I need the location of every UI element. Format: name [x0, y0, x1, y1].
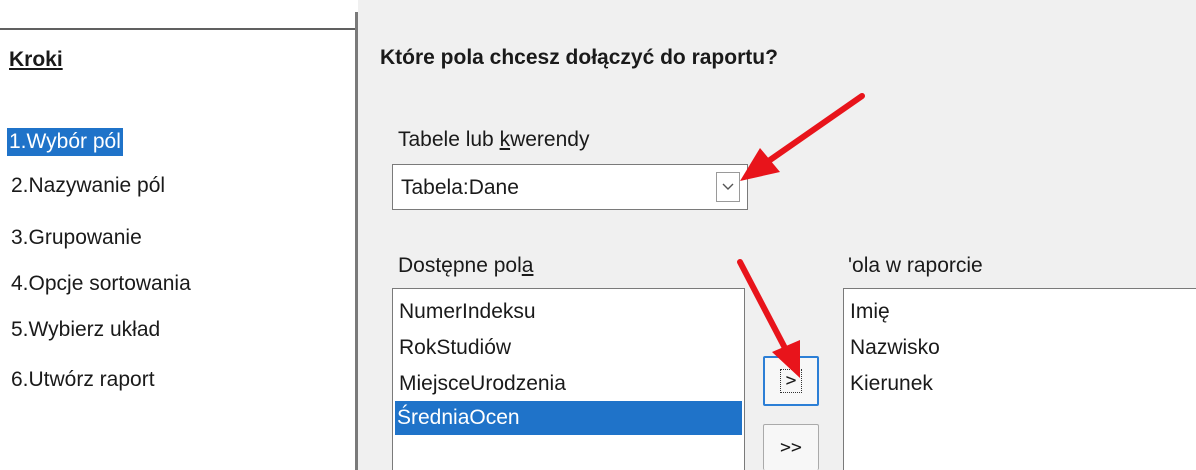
chevron-down-icon — [722, 178, 734, 196]
tables-dropdown[interactable]: Tabela:Dane — [392, 164, 748, 210]
available-label-text: Dostępne pol — [398, 254, 522, 277]
tables-label: Tabele lub kwerendy — [398, 128, 589, 152]
list-item[interactable]: Imię — [848, 295, 890, 329]
step-choose-layout[interactable]: 5.Wybierz układ — [9, 316, 162, 344]
move-selected-label: > — [779, 369, 803, 393]
available-fields-list[interactable]: NumerIndeksu RokStudiów MiejsceUrodzenia… — [392, 288, 745, 470]
tables-dropdown-value: Tabela:Dane — [401, 176, 519, 199]
step-field-selection[interactable]: 1.Wybór pól — [7, 128, 123, 156]
available-fields-label: Dostępne pola — [398, 254, 533, 278]
tables-dropdown-button[interactable] — [716, 172, 740, 202]
report-fields-list[interactable]: Imię Nazwisko Kierunek — [843, 288, 1196, 470]
tables-label-text-post: werendy — [510, 128, 590, 151]
list-item[interactable]: MiejsceUrodzenia — [397, 367, 566, 401]
steps-pane: Kroki 1.Wybór pól 2.Nazywanie pól 3.Grup… — [0, 0, 355, 470]
move-all-label: >> — [780, 437, 802, 458]
list-item[interactable]: RokStudiów — [397, 331, 511, 365]
steps-title: Kroki — [9, 48, 63, 71]
page-question: Które pola chcesz dołączyć do raportu? — [380, 46, 778, 69]
available-label-accesskey: a — [521, 254, 534, 277]
content-pane: Które pola chcesz dołączyć do raportu? T… — [358, 0, 1196, 470]
report-fields-label: 'ola w raporcie — [848, 254, 983, 277]
move-all-button[interactable]: >> — [763, 424, 819, 470]
steps-divider-line — [0, 28, 355, 30]
list-item[interactable]: Kierunek — [848, 367, 933, 401]
list-item-selected[interactable]: ŚredniaOcen — [395, 401, 742, 435]
tables-label-text-pre: Tabele lub — [398, 128, 500, 151]
step-create-report[interactable]: 6.Utwórz raport — [9, 366, 157, 394]
move-selected-button[interactable]: > — [763, 356, 819, 406]
step-field-naming[interactable]: 2.Nazywanie pól — [9, 172, 167, 200]
step-sort-options[interactable]: 4.Opcje sortowania — [9, 270, 193, 298]
list-item[interactable]: Nazwisko — [848, 331, 940, 365]
step-grouping[interactable]: 3.Grupowanie — [9, 224, 144, 252]
list-item[interactable]: NumerIndeksu — [397, 295, 536, 329]
tables-label-accesskey: k — [499, 128, 511, 151]
